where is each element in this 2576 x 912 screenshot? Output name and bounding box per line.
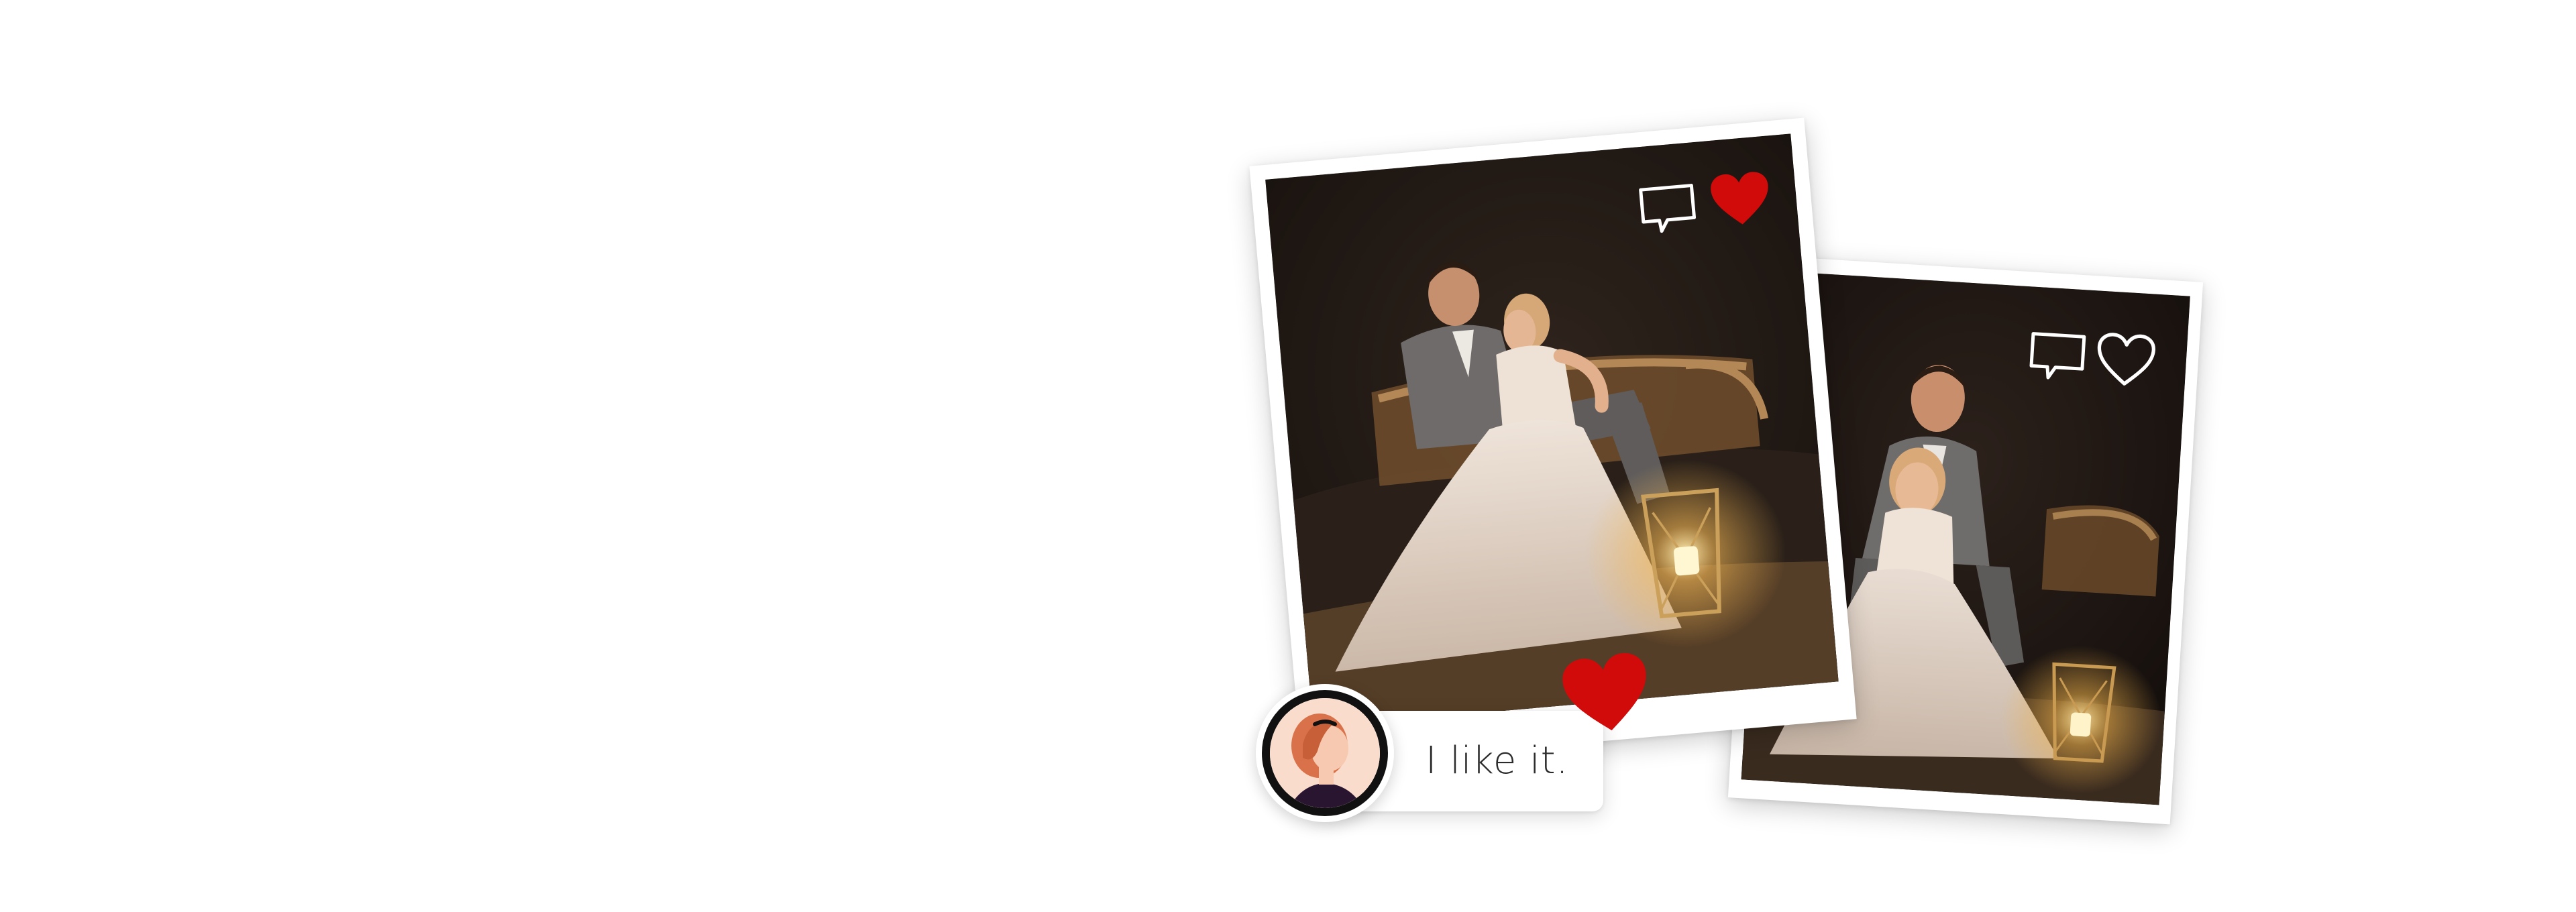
comment-icon[interactable] [1638,182,1698,237]
heart-filled-icon[interactable] [1558,648,1655,740]
comment-text: I like it. [1426,739,1569,783]
canvas: I like it. [0,0,2576,912]
heart-outline-icon[interactable] [2094,331,2157,389]
heart-filled-icon[interactable] [1708,169,1773,229]
post-card-1[interactable] [1249,117,1857,768]
user-avatar-icon[interactable] [1256,684,1394,822]
comment-icon[interactable] [2028,331,2087,384]
post-photo-1[interactable] [1265,133,1839,728]
